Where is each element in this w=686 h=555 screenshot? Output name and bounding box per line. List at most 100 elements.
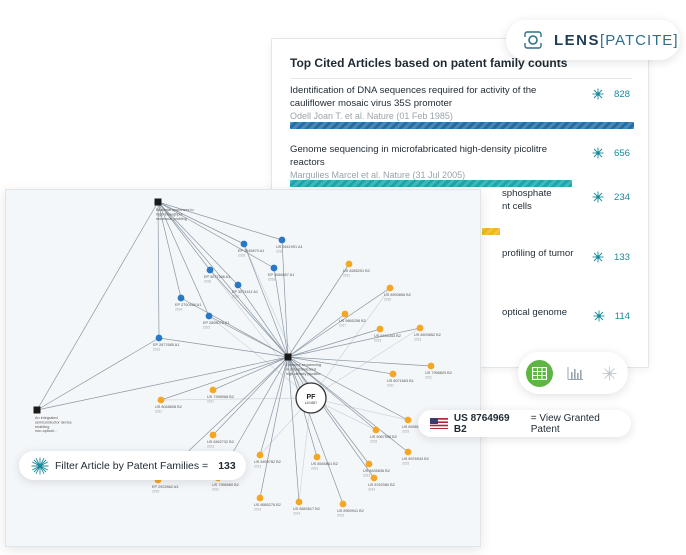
article-hub-label: high-throughput: [156, 212, 184, 216]
patent-node[interactable]: US 8762080 B22014: [368, 475, 395, 492]
patent-node[interactable]: EP 3066857 A12016: [268, 265, 294, 282]
patent-node[interactable]: EP 3074411 A12016: [232, 282, 258, 299]
article-hub[interactable]: Bacterial responses tohigh-throughputmol…: [155, 199, 194, 221]
patent-node-dot[interactable]: [366, 461, 373, 468]
patent-node[interactable]: US 8445343 B22013: [374, 326, 401, 343]
table-view-button[interactable]: [526, 360, 553, 387]
patent-node-dot[interactable]: [342, 311, 349, 318]
patent-node[interactable]: US 7998829 B22011: [425, 363, 452, 380]
patent-node-dot[interactable]: [210, 387, 217, 394]
patent-node[interactable]: US 8048608 B22011: [155, 397, 182, 414]
filter-by-patent-families[interactable]: Filter Article by Patent Families = 133: [19, 451, 246, 480]
article-title[interactable]: Identification of DNA sequences required…: [290, 84, 580, 110]
patent-node[interactable]: US 8409852 B22013: [414, 325, 441, 342]
article-hub-square[interactable]: [34, 407, 41, 414]
patent-node[interactable]: US 7998968 B22011: [207, 387, 234, 404]
patent-node[interactable]: US 8840617 B22014: [293, 499, 320, 516]
patent-node-dot[interactable]: [371, 475, 378, 482]
patent-node[interactable]: US 8435836 B22013: [363, 461, 390, 478]
citation-edge: [238, 285, 288, 357]
patent-node[interactable]: US 8976943 B22015: [402, 449, 429, 466]
burst-icon: [592, 88, 604, 100]
patent-node-dot[interactable]: [405, 417, 412, 424]
patent-node-dot[interactable]: [206, 313, 213, 320]
patent-node-dot[interactable]: [257, 452, 264, 459]
patent-node-dot[interactable]: [296, 499, 303, 506]
article-meta: Odell Joan T. et al. Nature (01 Feb 1985…: [290, 111, 634, 121]
article-hub-square[interactable]: [285, 354, 292, 361]
patent-node[interactable]: US 8993856 B22015: [384, 285, 411, 302]
patent-node[interactable]: US 9067508 B22015: [370, 427, 397, 444]
article-count: 656: [592, 147, 630, 159]
network-icon: [602, 366, 617, 381]
patent-node-label: US 8409852 B2: [414, 333, 441, 337]
patent-node-label: US 8840617 B2: [293, 507, 320, 511]
patent-node[interactable]: US 8685276 B22014: [254, 495, 281, 512]
patent-node-year: 2013: [207, 445, 214, 449]
patent-node-label: US 8976943 B2: [402, 457, 429, 461]
citation-edge: [159, 338, 288, 357]
article-hub-square[interactable]: [155, 199, 162, 206]
patent-node-dot[interactable]: [405, 449, 412, 456]
citation-graph[interactable]: EP 3045870 A12016US 9441991 A12016EP 306…: [6, 190, 481, 547]
lens-patcite-logo[interactable]: LENS[PATCITE]: [506, 20, 680, 60]
patent-node-dot[interactable]: [377, 326, 384, 333]
article-count: 114: [593, 310, 630, 322]
patent-node[interactable]: US 8499782 B22013: [254, 452, 281, 469]
patent-node[interactable]: EP 2808075 A12015: [203, 313, 229, 330]
citation-edge: [288, 329, 380, 357]
patent-node-year: 2015: [384, 298, 391, 302]
granted-patent-legend[interactable]: US 8764969 B2 = View Granted Patent: [418, 410, 631, 437]
patent-node-year: 2011: [207, 400, 214, 404]
network-view-button[interactable]: [596, 360, 623, 387]
filter-label: Filter Article by Patent Families =: [55, 460, 208, 472]
article-hub-label: semiconductor device: [35, 420, 72, 424]
patent-node[interactable]: EP 2677685 A12013: [153, 335, 179, 352]
patent-node-dot[interactable]: [428, 363, 435, 370]
patent-node-dot[interactable]: [241, 241, 248, 248]
patent-node[interactable]: EP 2700466 A12014: [175, 295, 201, 312]
view-toggle[interactable]: [518, 352, 628, 394]
patent-node-dot[interactable]: [235, 282, 242, 289]
patent-node-dot[interactable]: [158, 397, 165, 404]
patent-node-dot[interactable]: [271, 265, 278, 272]
patent-number[interactable]: US 8764969 B2: [454, 413, 525, 435]
chart-view-button[interactable]: [561, 360, 588, 387]
patent-node-dot[interactable]: [373, 427, 380, 434]
patent-node-dot[interactable]: [390, 371, 397, 378]
patent-node-dot[interactable]: [340, 501, 347, 508]
patent-node-dot[interactable]: [156, 335, 163, 342]
patent-node-dot[interactable]: [279, 237, 286, 244]
patent-node-label: US 8546861 B2: [311, 462, 338, 466]
patent-node-label: US 7998829 B2: [425, 371, 452, 375]
patent-node-year: 2013: [374, 339, 381, 343]
patent-node[interactable]: US 8071663 B12011: [387, 371, 414, 388]
patent-node[interactable]: US 8285251 B22012: [343, 261, 370, 278]
article-row[interactable]: Identification of DNA sequences required…: [290, 84, 634, 121]
patent-node[interactable]: EP 3077386 A12016: [204, 267, 230, 284]
article-title[interactable]: Genome sequencing in microfabricated hig…: [290, 143, 580, 169]
article-hub[interactable]: An integratedsemiconductor deviceenablin…: [34, 407, 72, 434]
patent-node-label: US 8285251 B2: [343, 269, 370, 273]
patent-node-dot[interactable]: [178, 295, 185, 302]
patent-node[interactable]: US 8462732 B22013: [207, 432, 234, 449]
patent-node-dot[interactable]: [207, 267, 214, 274]
patent-node-dot[interactable]: [387, 285, 394, 292]
patent-family-node[interactable]: PFs104587: [296, 383, 326, 413]
patent-node-dot[interactable]: [257, 495, 264, 502]
patent-node-dot[interactable]: [417, 325, 424, 332]
patent-node-dot[interactable]: [314, 454, 321, 461]
patent-family-id: s104587: [305, 401, 317, 405]
patent-node[interactable]: US 9441991 A12016: [276, 237, 303, 254]
patent-node[interactable]: US 8959941 B22015: [337, 501, 364, 518]
patent-node-label: EP 2677685 A1: [153, 343, 179, 347]
article-hub[interactable]: Genome sequencingin microfabricatedhigh-…: [285, 354, 322, 376]
article-hub-label: enabling: [35, 425, 49, 429]
patent-node-dot[interactable]: [346, 261, 353, 268]
article-row[interactable]: Genome sequencing in microfabricated hig…: [290, 143, 634, 180]
citation-edge: [37, 202, 158, 410]
citation-graph-panel[interactable]: EP 3045870 A12016US 9441991 A12016EP 306…: [5, 189, 481, 547]
patent-node-dot[interactable]: [210, 432, 217, 439]
patent-family-label: PF: [307, 394, 317, 401]
patent-node[interactable]: US 8546861 B22013: [311, 454, 338, 471]
